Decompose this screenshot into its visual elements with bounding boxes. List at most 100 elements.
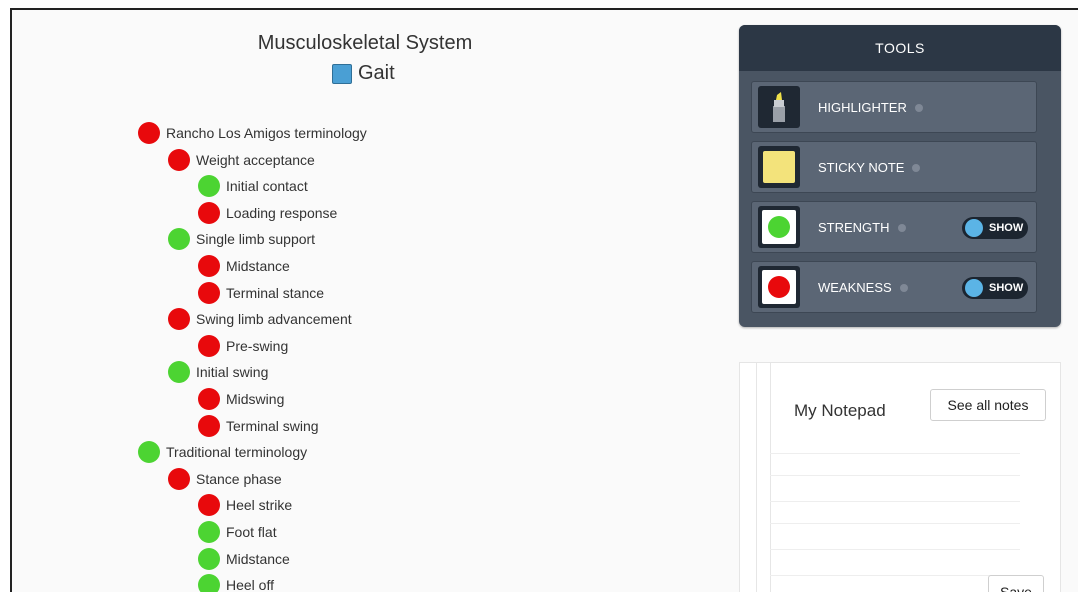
tree-node-label: Heel off bbox=[226, 577, 274, 592]
tool-label: WEAKNESS bbox=[818, 280, 908, 295]
tool-label: STICKY NOTE bbox=[818, 160, 921, 175]
tree-node-label: Swing limb advancement bbox=[196, 311, 352, 327]
section-title-text: Gait bbox=[358, 62, 395, 84]
tree-node-label: Midswing bbox=[226, 391, 285, 407]
sticky-note-icon bbox=[758, 146, 800, 188]
tree-node[interactable]: Midswing bbox=[198, 388, 284, 410]
tree-node-label: Midstance bbox=[226, 258, 290, 274]
tree-node[interactable]: Midstance bbox=[198, 548, 290, 570]
tree-node-label: Loading response bbox=[226, 205, 338, 221]
tool-label: HIGHLIGHTER bbox=[818, 100, 923, 115]
notepad-rule bbox=[770, 523, 1020, 524]
tree-node[interactable]: Pre-swing bbox=[198, 335, 288, 357]
strength-dot-icon[interactable] bbox=[198, 548, 220, 570]
weakness-dot-icon[interactable] bbox=[168, 149, 190, 171]
tree-node[interactable]: Terminal stance bbox=[198, 282, 324, 304]
help-icon[interactable] bbox=[899, 284, 908, 293]
tool-label: STRENGTH bbox=[818, 220, 906, 235]
weakness-dot-icon[interactable] bbox=[198, 282, 220, 304]
green-swatch bbox=[768, 216, 790, 238]
sticky-note-swatch bbox=[763, 151, 795, 183]
notepad-title: My Notepad bbox=[794, 401, 886, 420]
save-button[interactable]: Save bbox=[988, 575, 1044, 592]
tree-node[interactable]: Terminal swing bbox=[198, 415, 319, 437]
weakness-dot-icon[interactable] bbox=[198, 388, 220, 410]
weakness-dot-icon[interactable] bbox=[198, 335, 220, 357]
strength-dot-icon[interactable] bbox=[198, 574, 220, 592]
tree-node-label: Initial contact bbox=[226, 178, 308, 194]
tree-node[interactable]: Midstance bbox=[198, 255, 290, 277]
notepad-rule bbox=[770, 575, 1020, 576]
weakness-dot-icon[interactable] bbox=[198, 255, 220, 277]
notepad-panel: My Notepad See all notes Save bbox=[739, 362, 1061, 592]
tree-node[interactable]: Rancho Los Amigos terminology bbox=[138, 122, 367, 144]
see-all-notes-button[interactable]: See all notes bbox=[930, 389, 1046, 421]
toggle-knob bbox=[965, 219, 983, 237]
weakness-show-toggle[interactable]: SHOW bbox=[962, 277, 1028, 299]
notepad-rule bbox=[770, 475, 1020, 476]
tree-node-label: Heel strike bbox=[226, 497, 293, 513]
tree-node-label: Midstance bbox=[226, 551, 290, 567]
notepad-margin-line bbox=[770, 363, 771, 592]
tree-node-label: Foot flat bbox=[226, 524, 277, 540]
tool-strength[interactable]: STRENGTH SHOW bbox=[751, 201, 1037, 253]
weakness-dot-icon[interactable] bbox=[168, 468, 190, 490]
strength-show-toggle[interactable]: SHOW bbox=[962, 217, 1028, 239]
tree-node-label: Terminal stance bbox=[226, 285, 325, 301]
weakness-dot-icon[interactable] bbox=[198, 494, 220, 516]
blue-square-icon bbox=[332, 63, 352, 84]
tree-node[interactable]: Stance phase bbox=[168, 468, 282, 490]
notepad-rule bbox=[770, 549, 1020, 550]
tree-node[interactable]: Foot flat bbox=[198, 521, 277, 543]
red-swatch bbox=[768, 276, 790, 298]
tools-header: TOOLS bbox=[739, 25, 1061, 71]
help-icon[interactable] bbox=[897, 224, 906, 233]
tree-node-label: Weight acceptance bbox=[196, 152, 315, 168]
strength-dot-icon[interactable] bbox=[198, 175, 220, 197]
notepad-rule bbox=[770, 453, 1020, 454]
tree-node[interactable]: Heel strike bbox=[198, 494, 292, 516]
swatch-box bbox=[762, 270, 796, 304]
toggle-label: SHOW bbox=[989, 222, 1024, 234]
swatch-box bbox=[762, 210, 796, 244]
tree-node-label: Terminal swing bbox=[226, 418, 319, 434]
help-icon[interactable] bbox=[912, 164, 921, 173]
toggle-label: SHOW bbox=[989, 282, 1024, 294]
weakness-dot-icon[interactable] bbox=[198, 202, 220, 224]
strength-dot-icon[interactable] bbox=[138, 441, 160, 463]
highlighter-icon bbox=[758, 86, 800, 128]
tree-node[interactable]: Heel off bbox=[198, 574, 274, 592]
tree-node[interactable]: Loading response bbox=[198, 202, 337, 224]
system-title: Musculoskeletal System bbox=[257, 32, 473, 54]
tree-node[interactable]: Initial swing bbox=[168, 361, 268, 383]
tree-node-label: Rancho Los Amigos terminology bbox=[166, 125, 367, 141]
tree-node[interactable]: Weight acceptance bbox=[168, 149, 315, 171]
weakness-dot-icon[interactable] bbox=[198, 415, 220, 437]
tree-node-label: Single limb support bbox=[196, 231, 316, 247]
tool-sticky-note[interactable]: STICKY NOTE bbox=[751, 141, 1037, 193]
tree-node[interactable]: Initial contact bbox=[198, 175, 308, 197]
notepad-rule bbox=[770, 501, 1020, 502]
tree-node[interactable]: Swing limb advancement bbox=[168, 308, 352, 330]
section-title: Gait bbox=[332, 62, 395, 85]
content-frame: Musculoskeletal System Gait Rancho Los A… bbox=[10, 8, 1078, 592]
weakness-dot-icon[interactable] bbox=[138, 122, 160, 144]
tree-node[interactable]: Single limb support bbox=[168, 228, 315, 250]
tool-weakness[interactable]: WEAKNESS SHOW bbox=[751, 261, 1037, 313]
tool-highlighter[interactable]: HIGHLIGHTER bbox=[751, 81, 1037, 133]
green-dot-icon bbox=[758, 206, 800, 248]
strength-dot-icon[interactable] bbox=[198, 521, 220, 543]
tree-node-label: Initial swing bbox=[196, 364, 269, 380]
tree-node-label: Stance phase bbox=[196, 471, 282, 487]
strength-dot-icon[interactable] bbox=[168, 361, 190, 383]
help-icon[interactable] bbox=[914, 104, 923, 113]
weakness-dot-icon[interactable] bbox=[168, 308, 190, 330]
tools-panel: TOOLS HIGHLIGHTER STICKY NOTE STRENGTH S… bbox=[739, 25, 1061, 327]
tree-node[interactable]: Traditional terminology bbox=[138, 441, 307, 463]
red-dot-icon bbox=[758, 266, 800, 308]
strength-dot-icon[interactable] bbox=[168, 228, 190, 250]
notepad-margin-line bbox=[756, 363, 757, 592]
toggle-knob bbox=[965, 279, 983, 297]
tree-node-label: Pre-swing bbox=[226, 338, 289, 354]
tree-node-label: Traditional terminology bbox=[166, 444, 308, 460]
